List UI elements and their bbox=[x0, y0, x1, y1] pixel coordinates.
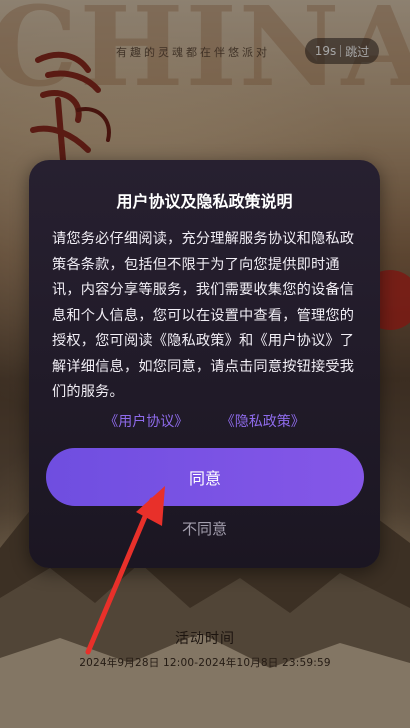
dialog-title: 用户协议及隐私政策说明 bbox=[116, 192, 293, 211]
agree-button[interactable]: 同意 bbox=[46, 448, 364, 506]
user-agreement-link[interactable]: 《用户协议》 bbox=[104, 414, 188, 430]
privacy-dialog: 用户协议及隐私政策说明 请您务必仔细阅读，充分理解服务协议和隐私政策各条款，包括… bbox=[29, 160, 380, 568]
disagree-button[interactable]: 不同意 bbox=[29, 518, 380, 539]
policy-links: 《用户协议》 《隐私政策》 bbox=[29, 411, 380, 431]
privacy-policy-link[interactable]: 《隐私政策》 bbox=[221, 414, 305, 430]
dialog-body-text: 请您务必仔细阅读，充分理解服务协议和隐私政策各条款，包括但不限于为了向您提供即时… bbox=[52, 231, 355, 400]
